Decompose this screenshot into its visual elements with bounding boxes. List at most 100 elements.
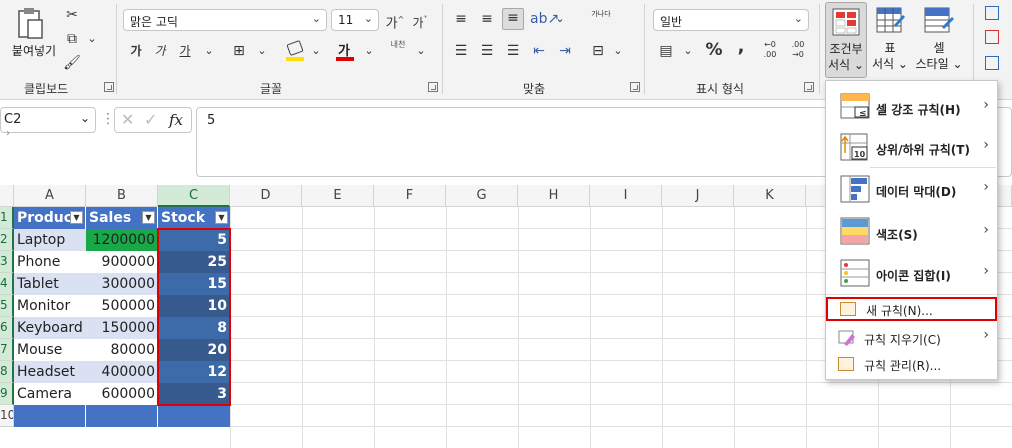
percent-style-button[interactable]: % xyxy=(704,41,724,59)
sales-cell[interactable]: 400000 xyxy=(86,361,158,383)
sales-cell[interactable]: 150000 xyxy=(86,317,158,339)
table-header-stock[interactable]: Stock ▼ xyxy=(158,207,230,229)
row-header[interactable]: 4 xyxy=(0,273,14,295)
merge-dropdown-icon[interactable]: ⌄ xyxy=(612,42,624,60)
decrease-indent-icon[interactable]: ⇤ xyxy=(530,42,548,60)
sales-cell[interactable]: 80000 xyxy=(86,339,158,361)
font-name-dropdown[interactable]: 맑은 고딕 ⌄ xyxy=(123,9,327,31)
menu-item-manage-rules[interactable]: 규칙 관리(R)... xyxy=(826,353,997,377)
align-middle-icon[interactable]: ≡ xyxy=(478,10,496,28)
row-header[interactable]: 1 xyxy=(0,207,14,229)
font-color-dropdown-icon[interactable]: ⌄ xyxy=(363,42,375,60)
format-as-table-button[interactable]: 표 서식 ⌄ xyxy=(870,2,912,78)
filter-dropdown-icon[interactable]: ▼ xyxy=(142,211,155,224)
more-options-icon[interactable]: ⋮ xyxy=(101,111,115,127)
align-right-icon[interactable]: ☰ xyxy=(504,42,522,60)
table-header-sales[interactable]: Sales ▼ xyxy=(86,207,158,229)
sales-cell[interactable]: 600000 xyxy=(86,383,158,405)
font-color-icon[interactable]: 가 xyxy=(336,40,354,62)
column-header-f[interactable]: F xyxy=(374,185,446,207)
name-box[interactable]: C2 ⌄ xyxy=(0,107,96,133)
column-header-c[interactable]: C xyxy=(158,185,230,207)
cut-icon[interactable]: ✂ xyxy=(63,6,81,24)
clipboard-launcher-icon[interactable] xyxy=(104,82,114,92)
number-launcher-icon[interactable] xyxy=(804,82,814,92)
decrease-font-icon[interactable]: 가˅ xyxy=(410,11,430,32)
align-center-icon[interactable]: ☰ xyxy=(478,42,496,60)
column-header-e[interactable]: E xyxy=(302,185,374,207)
wrap-text-icon[interactable]: 가나다 xyxy=(588,10,614,19)
filter-dropdown-icon[interactable]: ▼ xyxy=(70,211,83,224)
sales-cell[interactable]: 300000 xyxy=(86,273,158,295)
column-header-b[interactable]: B xyxy=(86,185,158,207)
column-header-i[interactable]: I xyxy=(590,185,662,207)
product-cell[interactable]: Mouse xyxy=(14,339,86,361)
fill-color-icon[interactable] xyxy=(286,39,304,62)
cancel-icon[interactable]: ✕ xyxy=(121,110,134,129)
row-header[interactable]: 8 xyxy=(0,361,14,383)
total-row-cell[interactable] xyxy=(158,405,230,427)
table-header-product[interactable]: Product ▼ xyxy=(14,207,86,229)
product-cell[interactable]: Camera xyxy=(14,383,86,405)
paste-button[interactable]: 붙여넣기 xyxy=(6,4,56,66)
product-cell[interactable]: Phone xyxy=(14,251,86,273)
menu-item-icon-sets[interactable]: 아이콘 집합(I) › xyxy=(826,253,997,293)
row-header[interactable]: 10 xyxy=(0,405,14,427)
format-cells-icon[interactable] xyxy=(985,56,999,70)
enter-icon[interactable]: ✓ xyxy=(144,110,157,129)
align-left-icon[interactable]: ☰ xyxy=(452,42,470,60)
product-cell[interactable]: Headset xyxy=(14,361,86,383)
underline-dropdown-icon[interactable]: ⌄ xyxy=(203,42,215,60)
product-cell[interactable]: Tablet xyxy=(14,273,86,295)
product-cell[interactable]: Monitor xyxy=(14,295,86,317)
accounting-format-icon[interactable]: ▤ xyxy=(656,42,676,60)
column-header-h[interactable]: H xyxy=(518,185,590,207)
format-painter-icon[interactable]: 🖌 xyxy=(63,54,81,72)
merge-center-icon[interactable]: ⊟ xyxy=(588,42,608,60)
align-bottom-icon[interactable]: ≡ xyxy=(502,8,524,30)
align-top-icon[interactable]: ≡ xyxy=(452,10,470,28)
number-format-dropdown[interactable]: 일반 ⌄ xyxy=(653,9,809,31)
orientation-icon[interactable]: ab↗ xyxy=(530,10,559,28)
menu-item-color-scales[interactable]: 색조(S) › xyxy=(826,211,997,253)
row-header[interactable]: 9 xyxy=(0,383,14,405)
select-all-corner[interactable] xyxy=(0,185,14,207)
column-header-g[interactable]: G xyxy=(446,185,518,207)
filter-dropdown-icon[interactable]: ▼ xyxy=(215,211,228,224)
row-header[interactable]: 7 xyxy=(0,339,14,361)
total-row-cell[interactable] xyxy=(86,405,158,427)
column-header-j[interactable]: J xyxy=(662,185,734,207)
comma-style-button[interactable]: , xyxy=(733,38,749,56)
increase-font-icon[interactable]: 가^ xyxy=(385,11,405,33)
menu-item-new-rule[interactable]: 새 규칙(N)... xyxy=(826,297,997,321)
cell-styles-button[interactable]: 셀 스타일 ⌄ xyxy=(914,2,966,78)
sales-cell[interactable]: 900000 xyxy=(86,251,158,273)
copy-icon[interactable]: ⧉ xyxy=(63,30,81,48)
conditional-formatting-button[interactable]: 조건부 서식 ⌄ xyxy=(825,2,867,78)
menu-item-data-bars[interactable]: 데이터 막대(D) › xyxy=(826,169,997,209)
sales-cell[interactable]: 1200000 xyxy=(86,229,158,251)
decrease-decimal-icon[interactable]: .00 →0 xyxy=(788,40,808,60)
row-header[interactable]: 2 xyxy=(0,229,14,251)
column-header-d[interactable]: D xyxy=(230,185,302,207)
delete-cells-icon[interactable] xyxy=(985,30,999,44)
italic-button[interactable]: 가 xyxy=(152,42,168,60)
product-cell[interactable]: Keyboard xyxy=(14,317,86,339)
accounting-dropdown-icon[interactable]: ⌄ xyxy=(682,42,694,60)
row-header[interactable]: 3 xyxy=(0,251,14,273)
total-row-cell[interactable] xyxy=(14,405,86,427)
underline-button[interactable]: 가 xyxy=(177,42,193,60)
orientation-dropdown-icon[interactable]: ⌄ xyxy=(554,10,566,28)
insert-function-icon[interactable]: fx xyxy=(169,111,183,129)
phonetic-guide-icon[interactable]: 내천 xyxy=(386,40,410,50)
menu-item-highlight-cells-rules[interactable]: ≤ 셀 강조 규칙(H) › xyxy=(826,87,997,127)
phonetic-dropdown-icon[interactable]: ⌄ xyxy=(415,42,427,60)
fill-color-dropdown-icon[interactable]: ⌄ xyxy=(310,42,322,60)
alignment-launcher-icon[interactable] xyxy=(630,82,640,92)
sales-cell[interactable]: 500000 xyxy=(86,295,158,317)
copy-dropdown-icon[interactable]: ⌄ xyxy=(86,30,98,48)
column-header-a[interactable]: A xyxy=(14,185,86,207)
borders-icon[interactable]: ⊞ xyxy=(230,42,248,60)
increase-decimal-icon[interactable]: ←0.00 xyxy=(760,40,780,60)
increase-indent-icon[interactable]: ⇥ xyxy=(556,42,574,60)
